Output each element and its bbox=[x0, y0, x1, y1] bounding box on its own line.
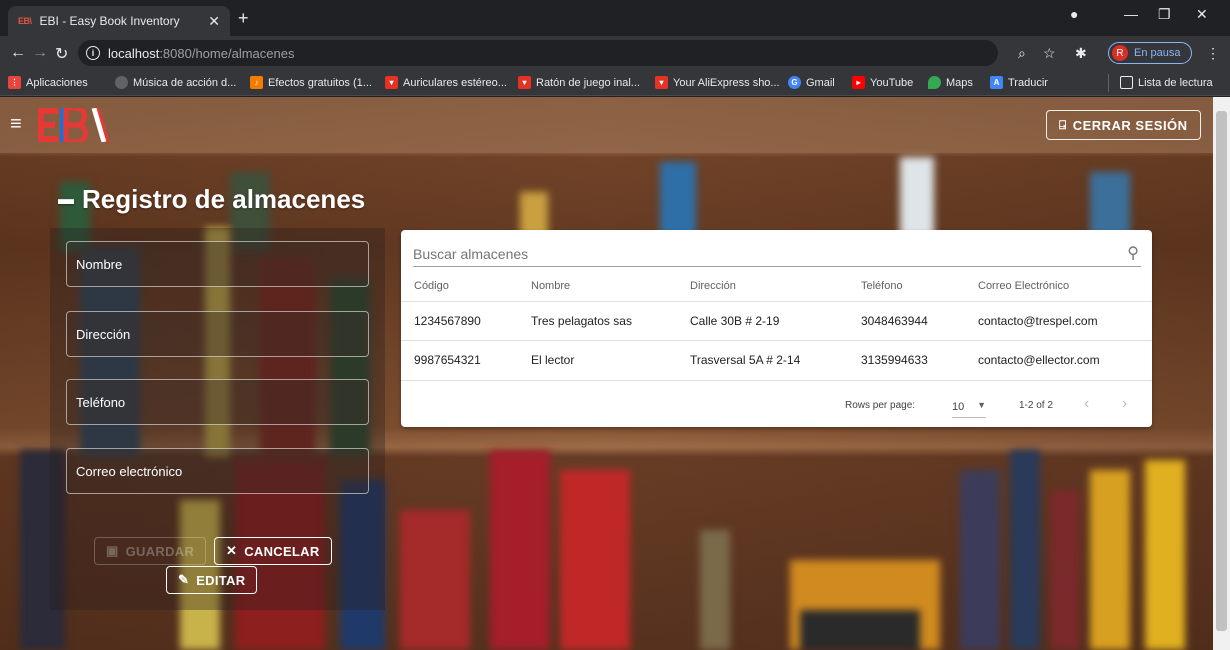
warehouse-icon: ▬ bbox=[58, 190, 74, 208]
bookmark-item[interactable]: ⋮ Aplicaciones bbox=[8, 76, 88, 89]
scrollbar-thumb[interactable] bbox=[1216, 111, 1227, 631]
music-icon: ♪ bbox=[250, 76, 263, 89]
column-header[interactable]: Teléfono bbox=[861, 280, 903, 292]
profile-status: En pausa bbox=[1134, 47, 1181, 59]
rows-per-page-label: Rows per page: bbox=[845, 400, 916, 411]
url-bar[interactable]: i localhost:8080/home/almacenes bbox=[78, 40, 998, 66]
table-row[interactable]: 9987654321 El lector Trasversal 5A # 2-1… bbox=[401, 340, 1152, 379]
hamburger-menu-icon[interactable]: ≡ bbox=[10, 113, 22, 136]
bookmark-item[interactable]: ▾ Auriculares estéreo... bbox=[385, 76, 507, 89]
globe-icon bbox=[115, 76, 128, 89]
prev-page-icon[interactable]: ‹ bbox=[1084, 395, 1089, 413]
bookmark-item[interactable]: ▸ YouTube bbox=[852, 76, 913, 89]
table-pagination: Rows per page: 10 ▼ 1-2 of 2 ‹ › bbox=[401, 380, 1152, 427]
apps-grid-icon: ⋮ bbox=[8, 76, 21, 89]
youtube-icon: ▸ bbox=[852, 76, 865, 89]
restore-icon[interactable]: ❐ bbox=[1158, 6, 1171, 23]
column-header[interactable]: Dirección bbox=[690, 280, 736, 292]
aliexpress-icon: ▾ bbox=[385, 76, 398, 89]
browser-tab[interactable]: EB\ EBI - Easy Book Inventory ✕ bbox=[8, 6, 230, 36]
forward-icon[interactable]: → bbox=[32, 44, 48, 62]
cell-address: Trasversal 5A # 2-14 bbox=[690, 353, 801, 367]
url-host: localhost bbox=[108, 45, 160, 61]
reload-icon[interactable]: ↻ bbox=[55, 44, 68, 64]
pencil-icon: ✎ bbox=[178, 572, 190, 587]
bookmark-item[interactable]: ▾ Ratón de juego inal... bbox=[518, 76, 640, 89]
reading-list-icon bbox=[1120, 76, 1133, 89]
address-field[interactable]: Dirección bbox=[66, 311, 369, 357]
next-page-icon[interactable]: › bbox=[1122, 395, 1127, 413]
name-field[interactable]: Nombre bbox=[66, 241, 369, 287]
bookmark-item[interactable]: Maps bbox=[928, 76, 973, 89]
page-title: ▬ Registro de almacenes bbox=[58, 184, 366, 214]
save-button[interactable]: ▣ GUARDAR bbox=[94, 537, 207, 565]
warehouse-form: Nombre Dirección Teléfono Correo electró… bbox=[50, 228, 385, 610]
minimize-icon[interactable]: — bbox=[1124, 6, 1138, 22]
warehouses-table: Buscar almacenes ⚲ Código Nombre Direcci… bbox=[401, 230, 1152, 427]
table-row[interactable]: 1234567890 Tres pelagatos sas Calle 30B … bbox=[401, 301, 1152, 340]
close-icon: ✕ bbox=[226, 543, 238, 558]
cell-email: contacto@ellector.com bbox=[978, 353, 1100, 367]
maps-pin-icon bbox=[928, 76, 941, 89]
extensions-icon[interactable]: ✱ bbox=[1075, 45, 1087, 62]
url-path: :8080/home/almacenes bbox=[159, 45, 295, 61]
aliexpress-icon: ▾ bbox=[655, 76, 668, 89]
email-field[interactable]: Correo electrónico bbox=[66, 448, 369, 494]
cell-phone: 3135994633 bbox=[861, 353, 928, 367]
address-toolbar: ← → ↻ i localhost:8080/home/almacenes ⌕ … bbox=[0, 36, 1230, 70]
profile-button[interactable]: R En pausa bbox=[1108, 42, 1192, 64]
close-tab-icon[interactable]: ✕ bbox=[208, 13, 220, 30]
logout-icon: ⍈ bbox=[1059, 117, 1067, 132]
close-window-icon[interactable]: ✕ bbox=[1196, 6, 1208, 23]
chrome-menu-icon[interactable]: ⋮ bbox=[1206, 45, 1220, 62]
cell-name: El lector bbox=[531, 353, 575, 367]
app-bar: ≡ ⍈ CERRAR SESIÓN bbox=[0, 97, 1213, 153]
site-info-icon[interactable]: i bbox=[86, 46, 100, 60]
rows-per-page-select[interactable]: 10 ▼ bbox=[952, 396, 986, 418]
bookmark-item[interactable]: Música de acción d... bbox=[115, 76, 236, 89]
column-header[interactable]: Correo Electrónico bbox=[978, 280, 1069, 292]
cell-name: Tres pelagatos sas bbox=[531, 314, 632, 328]
bookmarks-divider bbox=[1108, 74, 1109, 92]
bookmarks-bar: ⋮ Aplicaciones Música de acción d... ♪ Efe… bbox=[0, 70, 1230, 96]
cell-code: 9987654321 bbox=[414, 353, 481, 367]
logout-button[interactable]: ⍈ CERRAR SESIÓN bbox=[1046, 110, 1201, 140]
pagination-range: 1-2 of 2 bbox=[1019, 400, 1053, 411]
back-icon[interactable]: ← bbox=[10, 44, 26, 62]
phone-field[interactable]: Teléfono bbox=[66, 379, 369, 425]
tab-title: EBI - Easy Book Inventory bbox=[39, 14, 180, 28]
ebi-favicon-icon: EB\ bbox=[18, 16, 32, 26]
google-icon: G bbox=[788, 76, 801, 89]
bookmark-item[interactable]: ♪ Efectos gratuitos (1... bbox=[250, 76, 372, 89]
search-icon[interactable]: ⚲ bbox=[1127, 243, 1139, 263]
aliexpress-icon: ▾ bbox=[518, 76, 531, 89]
dropdown-caret-icon: ▼ bbox=[977, 400, 986, 410]
profile-menu-icon[interactable]: ● bbox=[1070, 6, 1078, 22]
zoom-icon[interactable]: ⌕ bbox=[1018, 45, 1026, 62]
page-viewport: ≡ ⍈ CERRAR SESIÓN ▬ Registro de almacene… bbox=[0, 97, 1213, 650]
profile-avatar: R bbox=[1112, 45, 1128, 61]
bookmark-star-icon[interactable]: ☆ bbox=[1043, 45, 1056, 62]
cell-email: contacto@trespel.com bbox=[978, 314, 1098, 328]
new-tab-icon[interactable]: + bbox=[238, 8, 249, 29]
browser-tabbar: EB\ EBI - Easy Book Inventory ✕ + ● — ❐ … bbox=[0, 0, 1230, 36]
page-scrollbar[interactable] bbox=[1213, 97, 1230, 650]
cancel-button[interactable]: ✕ CANCELAR bbox=[214, 537, 332, 565]
bookmark-item[interactable]: A Traducir bbox=[990, 76, 1048, 89]
cell-phone: 3048463944 bbox=[861, 314, 928, 328]
column-header[interactable]: Código bbox=[414, 280, 449, 292]
column-header[interactable]: Nombre bbox=[531, 280, 570, 292]
ebi-logo bbox=[38, 108, 110, 142]
bookmark-item[interactable]: G Gmail bbox=[788, 76, 835, 89]
cell-address: Calle 30B # 2-19 bbox=[690, 314, 780, 328]
cell-code: 1234567890 bbox=[414, 314, 481, 328]
translate-icon: A bbox=[990, 76, 1003, 89]
reading-list[interactable]: Lista de lectura bbox=[1120, 76, 1213, 89]
search-input[interactable]: Buscar almacenes ⚲ bbox=[413, 241, 1141, 267]
bookmark-item[interactable]: ▾ Your AliExpress sho... bbox=[655, 76, 780, 89]
save-icon: ▣ bbox=[106, 543, 119, 558]
edit-button[interactable]: ✎ EDITAR bbox=[166, 566, 258, 594]
